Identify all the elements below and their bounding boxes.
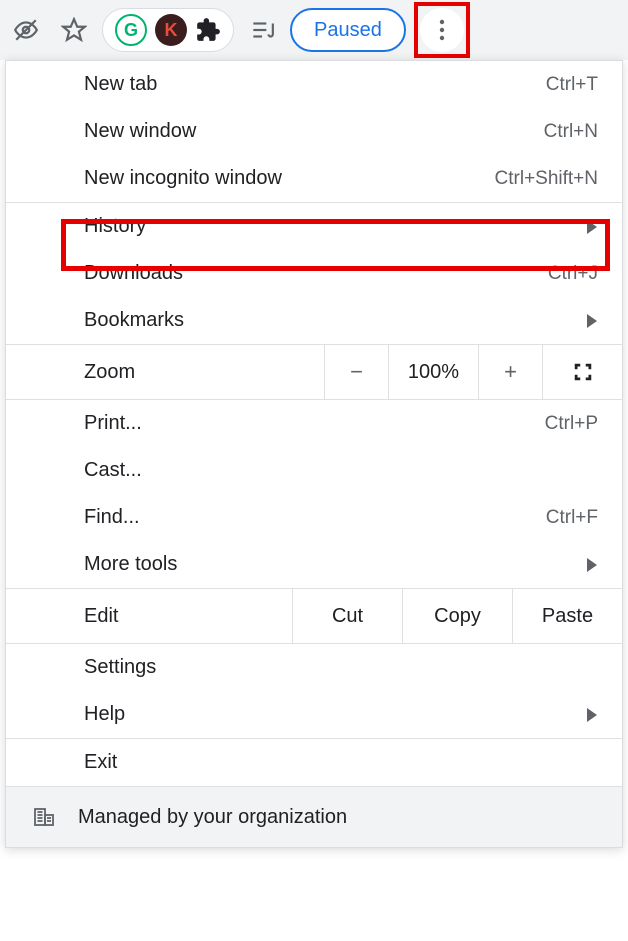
extensions-group: G K xyxy=(102,8,234,52)
menu-item-downloads[interactable]: Downloads Ctrl+J xyxy=(6,250,622,297)
menu-item-more-tools[interactable]: More tools xyxy=(6,541,622,588)
menu-label: Print... xyxy=(84,412,545,435)
fullscreen-button[interactable] xyxy=(542,345,622,399)
extensions-puzzle-icon[interactable] xyxy=(195,17,221,43)
chevron-right-icon xyxy=(586,558,598,572)
menu-label: Help xyxy=(84,703,578,726)
menu-label: Settings xyxy=(84,656,598,679)
menu-shortcut: Ctrl+N xyxy=(544,121,598,143)
menu-item-new-incognito[interactable]: New incognito window Ctrl+Shift+N xyxy=(6,155,622,202)
menu-item-bookmarks[interactable]: Bookmarks xyxy=(6,297,622,344)
menu-shortcut: Ctrl+P xyxy=(545,413,598,435)
menu-item-edit: Edit Cut Copy Paste xyxy=(6,588,622,644)
kebab-highlight-box xyxy=(414,2,470,58)
chrome-main-menu: New tab Ctrl+T New window Ctrl+N New inc… xyxy=(5,60,623,848)
menu-label: New incognito window xyxy=(84,167,495,190)
zoom-out-button[interactable]: − xyxy=(324,345,388,399)
zoom-in-button[interactable]: + xyxy=(478,345,542,399)
edit-label: Edit xyxy=(6,605,292,628)
menu-label: Find... xyxy=(84,506,546,529)
kebab-menu-button[interactable] xyxy=(420,8,464,52)
extension-k-icon[interactable]: K xyxy=(155,14,187,46)
menu-item-zoom: Zoom − 100% + xyxy=(6,344,622,400)
menu-item-history[interactable]: History xyxy=(6,203,622,250)
menu-shortcut: Ctrl+Shift+N xyxy=(495,168,598,190)
menu-item-managed[interactable]: Managed by your organization xyxy=(6,786,622,847)
menu-label: Downloads xyxy=(84,262,548,285)
edit-paste-button[interactable]: Paste xyxy=(512,589,622,643)
edit-cut-button[interactable]: Cut xyxy=(292,589,402,643)
chevron-right-icon xyxy=(586,708,598,722)
menu-item-new-window[interactable]: New window Ctrl+N xyxy=(6,108,622,155)
paused-label: Paused xyxy=(314,19,382,42)
menu-item-print[interactable]: Print... Ctrl+P xyxy=(6,400,622,447)
site-settings-icon[interactable] xyxy=(6,10,46,50)
menu-shortcut: Ctrl+T xyxy=(546,74,598,96)
menu-item-settings[interactable]: Settings xyxy=(6,644,622,691)
building-icon xyxy=(30,805,58,829)
menu-label: Exit xyxy=(84,751,598,774)
menu-label: Bookmarks xyxy=(84,309,578,332)
bookmark-star-icon[interactable] xyxy=(54,10,94,50)
profile-paused-button[interactable]: Paused xyxy=(290,8,406,52)
media-control-icon[interactable] xyxy=(242,10,282,50)
menu-item-exit[interactable]: Exit xyxy=(6,739,622,786)
menu-item-new-tab[interactable]: New tab Ctrl+T xyxy=(6,61,622,108)
zoom-label: Zoom xyxy=(6,361,324,384)
menu-shortcut: Ctrl+F xyxy=(546,507,598,529)
edit-copy-button[interactable]: Copy xyxy=(402,589,512,643)
chevron-right-icon xyxy=(586,220,598,234)
menu-label: History xyxy=(84,215,578,238)
menu-label: More tools xyxy=(84,553,578,576)
extension-grammarly-icon[interactable]: G xyxy=(115,14,147,46)
menu-label: New window xyxy=(84,120,544,143)
menu-item-help[interactable]: Help xyxy=(6,691,622,738)
menu-item-find[interactable]: Find... Ctrl+F xyxy=(6,494,622,541)
browser-toolbar: G K Paused xyxy=(0,0,628,60)
menu-label: New tab xyxy=(84,73,546,96)
menu-item-cast[interactable]: Cast... xyxy=(6,447,622,494)
managed-label: Managed by your organization xyxy=(78,806,347,829)
menu-label: Cast... xyxy=(84,459,598,482)
chevron-right-icon xyxy=(586,314,598,328)
zoom-value: 100% xyxy=(388,345,478,399)
menu-shortcut: Ctrl+J xyxy=(548,263,598,285)
